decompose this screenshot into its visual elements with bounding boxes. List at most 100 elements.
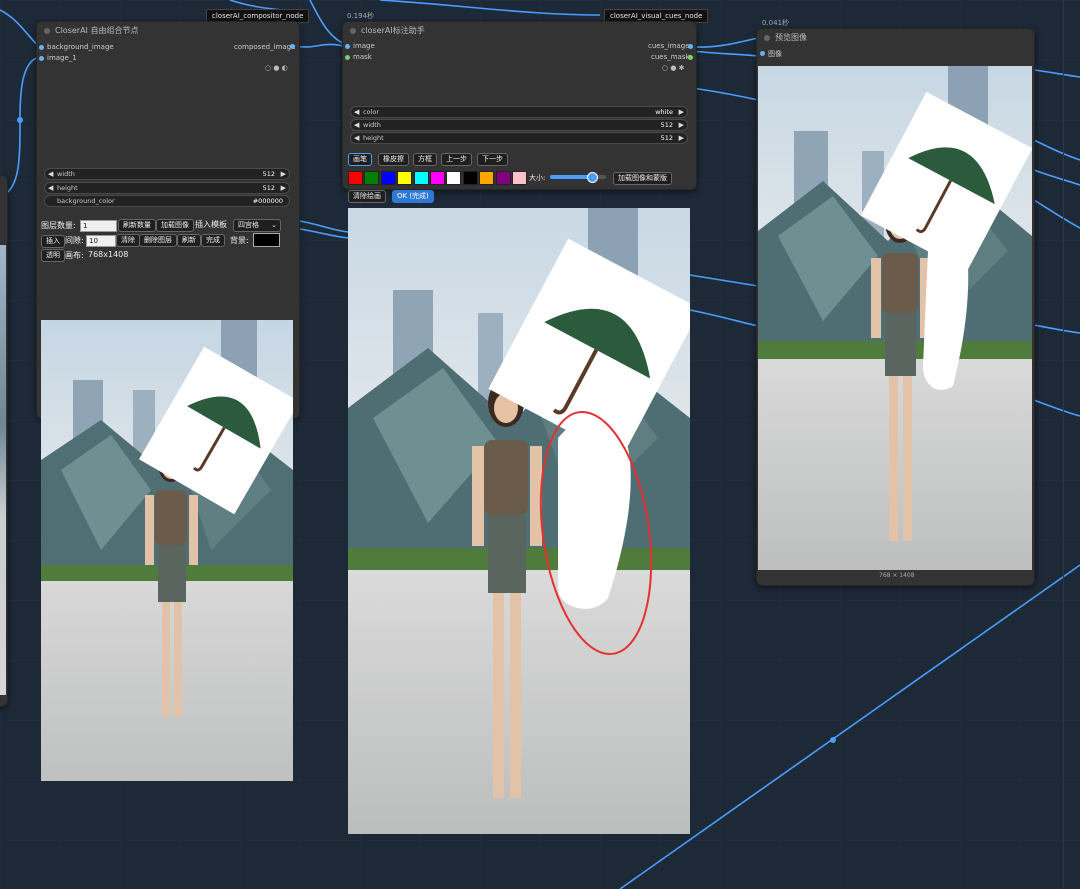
clear-button[interactable]: 清除 xyxy=(116,234,140,247)
brush-height-widget[interactable]: ◀ height 512 ▶ xyxy=(350,132,688,144)
size-label: 大小: xyxy=(529,174,546,182)
color-widget[interactable]: ◀ color white ▶ xyxy=(350,106,688,118)
chevron-down-icon: ⌄ xyxy=(271,221,277,229)
color-swatch[interactable] xyxy=(397,171,413,185)
decrement-arrow-icon[interactable]: ◀ xyxy=(354,120,359,130)
color-swatch[interactable] xyxy=(380,171,396,185)
increment-arrow-icon[interactable]: ▶ xyxy=(679,133,684,143)
layer-count-input[interactable]: 1 xyxy=(80,220,117,232)
cues-node-timing: 0.194秒 xyxy=(347,12,375,20)
size-slider[interactable] xyxy=(550,172,606,183)
preview-node-title[interactable]: 预览图像 xyxy=(757,29,1034,47)
refresh-button[interactable]: 刷新 xyxy=(177,234,201,247)
background-color-widget[interactable]: background_color #000000 xyxy=(44,195,290,207)
decrement-arrow-icon[interactable]: ◀ xyxy=(354,107,359,117)
redo-button[interactable]: 下一步 xyxy=(477,153,508,166)
width-widget[interactable]: ◀ width 512 ▶ xyxy=(44,168,290,180)
input-mask[interactable]: mask xyxy=(353,53,372,61)
node-options-icon[interactable]: ○ ● ◐ xyxy=(265,64,288,72)
color-swatch[interactable] xyxy=(479,171,495,185)
width-value: 512 xyxy=(262,170,275,178)
input-slot-dot[interactable] xyxy=(345,55,350,60)
transparent-button[interactable]: 透明 xyxy=(41,249,65,262)
color-swatch[interactable] xyxy=(364,171,380,185)
load-image-mask-button[interactable]: 加载图像和蒙版 xyxy=(613,172,672,185)
output-composed-image[interactable]: composed_image xyxy=(234,43,295,51)
decrement-arrow-icon[interactable]: ◀ xyxy=(354,133,359,143)
wire-reroute-dot xyxy=(830,737,836,743)
node-options-icon[interactable]: ○ ● ✱ xyxy=(662,64,685,72)
delete-layer-button[interactable]: 删除图层 xyxy=(139,234,177,247)
color-swatch[interactable] xyxy=(512,171,527,185)
increment-arrow-icon[interactable]: ▶ xyxy=(281,169,286,179)
preview-image[interactable] xyxy=(758,66,1032,570)
wire xyxy=(0,9,41,48)
color-swatch[interactable] xyxy=(348,171,363,185)
input-background-image[interactable]: background_image xyxy=(47,43,114,51)
background-label: 背景: xyxy=(230,236,249,245)
template-select-value: 四宫格 xyxy=(238,221,259,229)
preview-size-caption: 768 × 1408 xyxy=(879,572,915,579)
wire xyxy=(293,219,349,233)
output-slot-dot[interactable] xyxy=(290,44,295,49)
color-swatch[interactable] xyxy=(413,171,429,185)
load-image-button[interactable]: 加载图像 xyxy=(156,219,194,232)
increment-arrow-icon[interactable]: ▶ xyxy=(679,120,684,130)
background-color-value: #000000 xyxy=(252,197,283,205)
insert-template-label: 插入模板 xyxy=(195,220,227,229)
increment-arrow-icon[interactable]: ▶ xyxy=(281,183,286,193)
input-slot-dot[interactable] xyxy=(760,51,765,56)
compositor-node-title[interactable]: CloserAI 自由组合节点 xyxy=(37,22,299,40)
compositor-canvas-image[interactable] xyxy=(41,320,293,781)
color-value: white xyxy=(655,108,673,116)
output-cues-mask[interactable]: cues_mask xyxy=(651,53,690,61)
insert-button[interactable]: 插入 xyxy=(41,235,65,248)
refresh-count-button[interactable]: 刷新数量 xyxy=(118,219,156,232)
cues-node-title[interactable]: closerAI标注助手 xyxy=(343,22,696,40)
spacing-input[interactable]: 10 xyxy=(86,235,116,247)
size-slider-thumb[interactable] xyxy=(587,172,598,183)
size-slider-fill xyxy=(550,175,592,179)
color-swatch[interactable] xyxy=(430,171,445,185)
brush-width-widget[interactable]: ◀ width 512 ▶ xyxy=(350,119,688,131)
ok-done-button[interactable]: OK (完成) xyxy=(392,190,434,203)
canvas-label: 画布: xyxy=(65,251,84,260)
spacing-label: 间隙: xyxy=(65,236,84,245)
decrement-arrow-icon[interactable]: ◀ xyxy=(48,183,53,193)
color-swatch[interactable] xyxy=(446,171,462,185)
input-image[interactable]: image xyxy=(353,42,375,50)
input-image-preview[interactable]: 图像 xyxy=(768,49,782,59)
tool-eraser-button[interactable]: 橡皮擦 xyxy=(378,153,409,166)
width-label: width xyxy=(363,121,381,129)
wire xyxy=(689,309,759,327)
template-select[interactable]: 四宫格 ⌄ xyxy=(233,219,281,232)
annotation-canvas[interactable] xyxy=(348,208,690,834)
tool-brush-button[interactable]: 画笔 xyxy=(348,153,372,166)
wire xyxy=(379,0,601,16)
background-color-swatch[interactable] xyxy=(253,233,280,247)
height-value: 512 xyxy=(660,134,673,142)
input-slot-dot[interactable] xyxy=(39,56,44,61)
output-slot-dot[interactable] xyxy=(688,44,693,49)
background-color-label: background_color xyxy=(57,197,115,205)
output-cues-image[interactable]: cues_image xyxy=(648,42,690,50)
increment-arrow-icon[interactable]: ▶ xyxy=(679,107,684,117)
output-slot-dot[interactable] xyxy=(688,55,693,60)
color-swatch[interactable] xyxy=(462,171,478,185)
height-widget[interactable]: ◀ height 512 ▶ xyxy=(44,182,290,194)
clear-drawing-button[interactable]: 清除绘画 xyxy=(348,190,386,203)
done-button[interactable]: 完成 xyxy=(201,234,225,247)
input-slot-dot[interactable] xyxy=(345,44,350,49)
color-swatch[interactable] xyxy=(495,171,511,185)
wire xyxy=(689,274,759,287)
annotated-scene xyxy=(348,208,690,834)
wire xyxy=(292,43,349,48)
input-slot-dot[interactable] xyxy=(39,45,44,50)
tool-box-button[interactable]: 方框 xyxy=(413,153,437,166)
input-image-1[interactable]: image_1 xyxy=(47,54,77,62)
offscreen-node-image xyxy=(0,245,6,695)
layer-count-label: 图层数量: xyxy=(41,221,76,230)
canvas-size: 768x1408 xyxy=(88,250,129,259)
decrement-arrow-icon[interactable]: ◀ xyxy=(48,169,53,179)
undo-button[interactable]: 上一步 xyxy=(441,153,472,166)
